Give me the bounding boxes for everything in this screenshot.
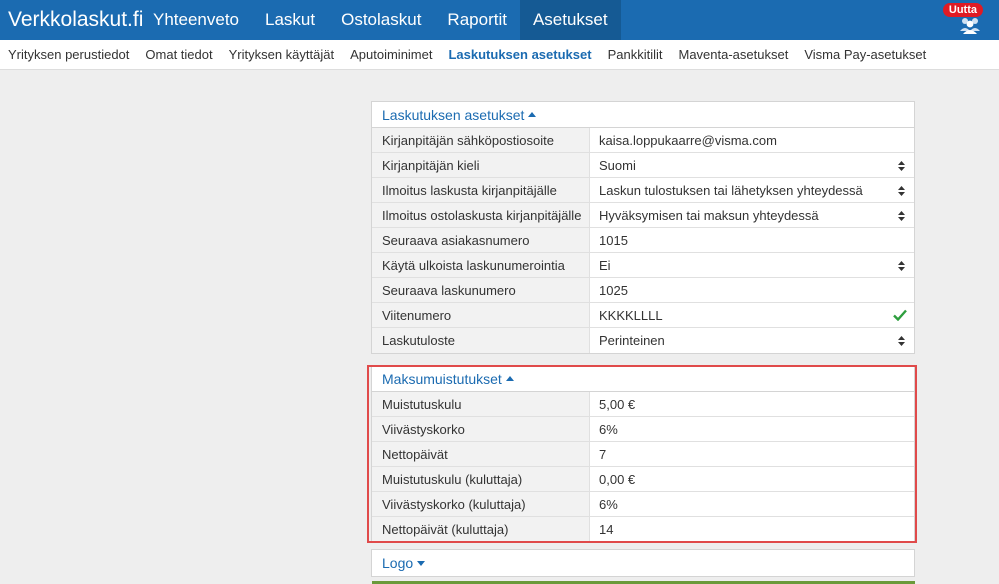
logo-panel: Logo [371,549,915,577]
select-value: Laskun tulostuksen tai lähetyksen yhteyd… [599,183,863,198]
payment-reminders-panel: Maksumuistutukset Muistutuskulu 5,00 € V… [371,365,915,543]
check-icon [893,309,907,321]
setting-label: Ilmoitus ostolaskusta kirjanpitäjälle [372,203,590,227]
setting-label: Muistutuskulu (kuluttaja) [372,467,590,491]
subnav-omat-tiedot[interactable]: Omat tiedot [137,40,220,70]
select-arrows-icon [898,186,905,196]
subnav-pankkitilit[interactable]: Pankkitilit [600,40,671,70]
accountant-language-select[interactable]: Suomi [590,153,914,177]
invoice-printout-select[interactable]: Perinteinen [590,328,914,353]
late-interest-field[interactable]: 6% [590,417,914,441]
setting-row: Kirjanpitäjän kieli Suomi [372,153,914,178]
setting-row: Laskutuloste Perinteinen [372,328,914,353]
setting-row: Nettopäivät 7 [372,442,914,467]
billing-settings-panel: Laskutuksen asetukset Kirjanpitäjän sähk… [371,101,915,354]
consumer-late-interest-field[interactable]: 6% [590,492,914,516]
setting-row: Ilmoitus laskusta kirjanpitäjälle Laskun… [372,178,914,203]
setting-label: Nettopäivät [372,442,590,466]
nav-ostolaskut[interactable]: Ostolaskut [328,0,434,40]
nav-asetukset[interactable]: Asetukset [519,0,621,40]
top-nav: Verkkolaskut.fi Yhteenveto Laskut Ostola… [0,0,999,40]
payment-reminders-toggle[interactable]: Maksumuistutukset [372,366,914,392]
setting-label: Nettopäivät (kuluttaja) [372,517,590,542]
next-customer-number-field[interactable]: 1015 [590,228,914,252]
setting-label: Ilmoitus laskusta kirjanpitäjälle [372,178,590,202]
setting-row: Muistutuskulu (kuluttaja) 0,00 € [372,467,914,492]
external-numbering-select[interactable]: Ei [590,253,914,277]
setting-label: Kirjanpitäjän kieli [372,153,590,177]
setting-label: Seuraava asiakasnumero [372,228,590,252]
setting-row: Seuraava laskunumero 1025 [372,278,914,303]
setting-label: Seuraava laskunumero [372,278,590,302]
net-days-field[interactable]: 7 [590,442,914,466]
brand-logo-text[interactable]: Verkkolaskut.fi [0,0,143,40]
billing-settings-title: Laskutuksen asetukset [382,107,525,123]
setting-row: Ilmoitus ostolaskusta kirjanpitäjälle Hy… [372,203,914,228]
setting-row: Nettopäivät (kuluttaja) 14 [372,517,914,542]
purchase-invoice-notification-select[interactable]: Hyväksymisen tai maksun yhteydessä [590,203,914,227]
setting-label: Laskutuloste [372,328,590,353]
setting-row: Viitenumero KKKKLLLL [372,303,914,328]
payment-reminders-title: Maksumuistutukset [382,371,502,387]
setting-row: Viivästyskorko (kuluttaja) 6% [372,492,914,517]
select-value: Suomi [599,158,636,173]
logo-title: Logo [382,555,414,571]
new-badge: Uutta [942,3,983,17]
select-arrows-icon [898,211,905,221]
select-value: Hyväksymisen tai maksun yhteydessä [599,208,819,223]
subnav-laskutuksen-asetukset[interactable]: Laskutuksen asetukset [440,40,599,70]
logo-toggle[interactable]: Logo [372,550,914,576]
consumer-net-days-field[interactable]: 14 [590,517,914,542]
select-value: Ei [599,258,611,273]
setting-row: Kirjanpitäjän sähköpostiosoite kaisa.lop… [372,128,914,153]
accountant-email-field[interactable]: kaisa.loppukaarre@visma.com [590,128,914,152]
setting-label: Käytä ulkoista laskunumerointia [372,253,590,277]
invoice-notification-select[interactable]: Laskun tulostuksen tai lähetyksen yhteyd… [590,178,914,202]
subnav-maventa-asetukset[interactable]: Maventa-asetukset [670,40,796,70]
users-icon [960,18,980,34]
setting-label: Kirjanpitäjän sähköpostiosoite [372,128,590,152]
field-value: KKKKLLLL [599,308,663,323]
setting-row: Käytä ulkoista laskunumerointia Ei [372,253,914,278]
setting-row: Seuraava asiakasnumero 1015 [372,228,914,253]
setting-label: Viivästyskorko [372,417,590,441]
subnav-visma-pay-asetukset[interactable]: Visma Pay-asetukset [796,40,934,70]
setting-row: Muistutuskulu 5,00 € [372,392,914,417]
select-arrows-icon [898,261,905,271]
reference-number-field[interactable]: KKKKLLLL [590,303,914,327]
caret-up-icon [505,376,514,382]
subnav-yrityksen-kayttajat[interactable]: Yrityksen käyttäjät [221,40,343,70]
nav-raportit[interactable]: Raportit [434,0,520,40]
reminder-fee-field[interactable]: 5,00 € [590,392,914,416]
setting-label: Viivästyskorko (kuluttaja) [372,492,590,516]
billing-settings-toggle[interactable]: Laskutuksen asetukset [372,102,914,128]
caret-up-icon [528,112,537,118]
select-value: Perinteinen [599,333,665,348]
caret-down-icon [417,561,426,567]
select-arrows-icon [898,336,905,346]
setting-label: Muistutuskulu [372,392,590,416]
next-invoice-number-field[interactable]: 1025 [590,278,914,302]
consumer-reminder-fee-field[interactable]: 0,00 € [590,467,914,491]
whats-new-button[interactable]: Uutta [939,2,991,36]
settings-subnav: Yrityksen perustiedot Omat tiedot Yrityk… [0,40,999,70]
nav-laskut[interactable]: Laskut [252,0,328,40]
setting-row: Viivästyskorko 6% [372,417,914,442]
select-arrows-icon [898,161,905,171]
setting-label: Viitenumero [372,303,590,327]
subnav-aputoiminimet[interactable]: Aputoiminimet [342,40,440,70]
nav-yhteenveto[interactable]: Yhteenveto [140,0,252,40]
subnav-yrityksen-perustiedot[interactable]: Yrityksen perustiedot [0,40,137,70]
